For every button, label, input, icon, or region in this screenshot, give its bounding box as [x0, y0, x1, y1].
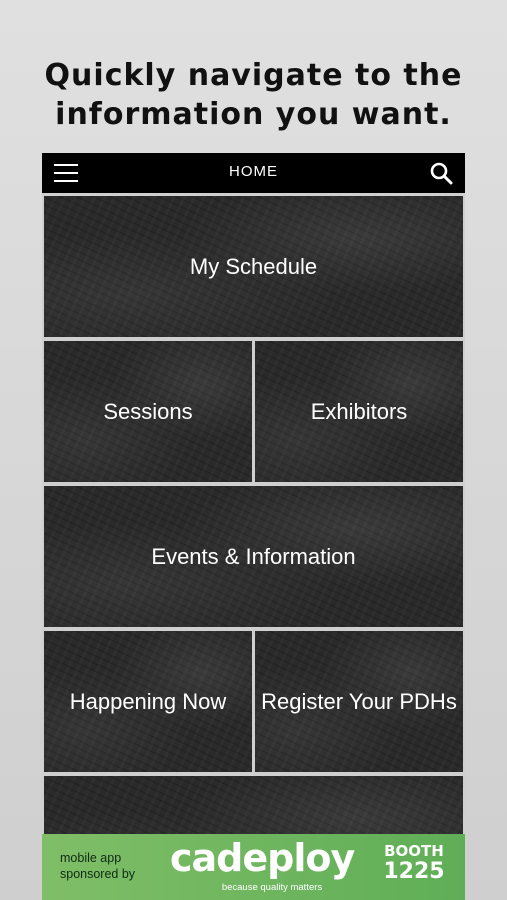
tile-label: My Schedule — [189, 253, 318, 279]
booth-label: BOOTH — [384, 842, 444, 860]
tile-events-information[interactable]: Events & Information — [44, 486, 463, 627]
sponsor-text-line-2: sponsored by — [60, 867, 136, 881]
booth-number: 1225 — [383, 859, 445, 884]
sponsor-banner[interactable]: mobile app sponsored by cadeploy because… — [42, 834, 465, 900]
headline: Quickly navigate to the information you … — [0, 56, 507, 134]
tile-label: Happening Now — [69, 688, 227, 714]
tile-label: Exhibitors — [310, 398, 408, 424]
headline-line-1: Quickly navigate to the — [44, 58, 463, 93]
search-icon[interactable] — [429, 161, 453, 185]
app-screen: HOME My Schedule Sessions Exhibitors Eve… — [42, 153, 465, 900]
tile-sessions[interactable]: Sessions — [44, 341, 252, 482]
top-bar: HOME — [42, 153, 465, 193]
sponsor-text-line-1: mobile app — [60, 851, 122, 865]
sponsor-tagline: because quality matters — [221, 882, 323, 893]
tile-label: Sessions — [103, 398, 193, 424]
headline-line-2: information you want. — [55, 97, 452, 132]
tile-label: Events & Information — [151, 543, 356, 569]
tile-register-pdhs[interactable]: Register Your PDHs — [255, 631, 463, 772]
sponsor-text: mobile app sponsored by — [60, 850, 160, 882]
page-title: HOME — [229, 163, 278, 180]
sponsor-logo: cadeploy — [170, 836, 355, 880]
tile-exhibitors[interactable]: Exhibitors — [255, 341, 463, 482]
tile-my-schedule[interactable]: My Schedule — [44, 196, 463, 337]
sponsor-booth: BOOTH 1225 — [381, 842, 447, 884]
tile-label: Register Your PDHs — [261, 688, 457, 714]
tile-happening-now[interactable]: Happening Now — [44, 631, 252, 772]
